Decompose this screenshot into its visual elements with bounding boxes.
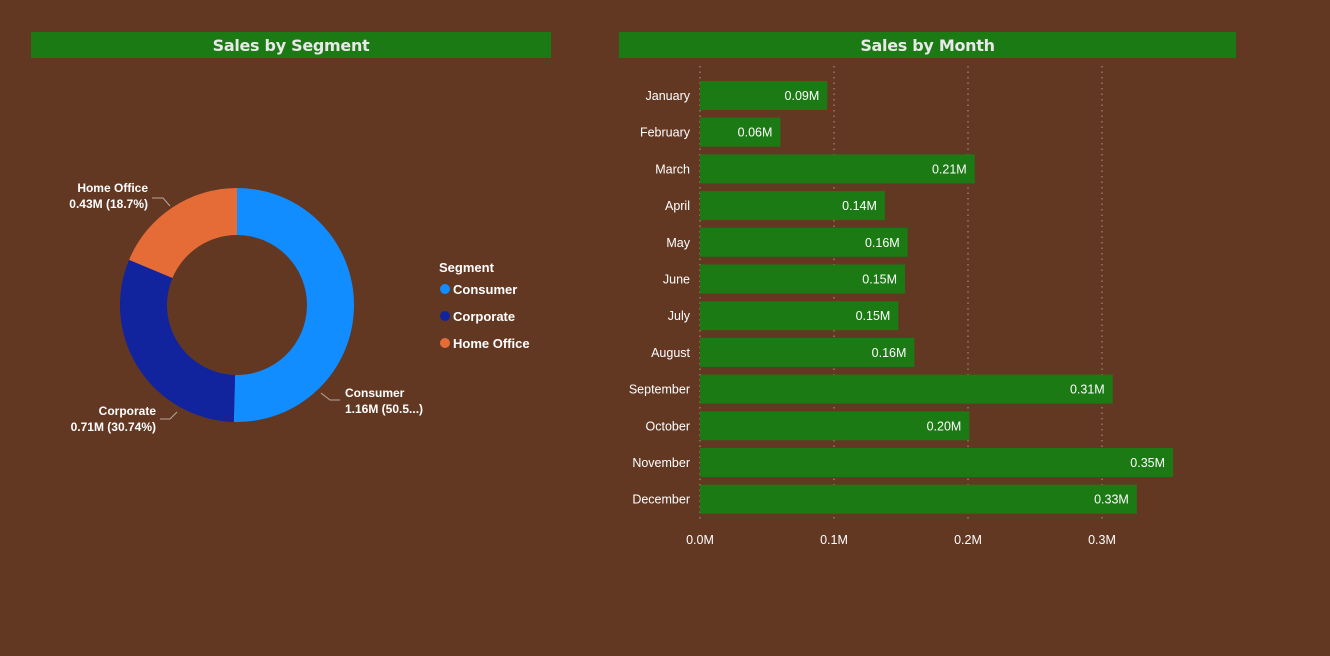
- category-label: March: [655, 162, 690, 176]
- month-bar-chart: 0.0M 0.1M 0.2M 0.3M January 0.09M February 0.06…: [629, 66, 1174, 547]
- category-label: May: [666, 236, 690, 250]
- bar-data-label: 0.33M: [1094, 493, 1129, 507]
- bar-november[interactable]: [700, 448, 1174, 477]
- bar-data-label: 0.06M: [738, 126, 773, 140]
- leader-line-corporate: [160, 411, 178, 420]
- bar-data-label: 0.21M: [932, 162, 967, 176]
- category-label: August: [651, 346, 690, 360]
- segment-donut-chart: Consumer 1.16M (50.5...) Corporate 0.71M (3…: [69, 181, 423, 434]
- legend-item-consumer[interactable]: Consumer: [453, 282, 517, 297]
- category-label: April: [665, 199, 690, 213]
- bar-data-label: 0.16M: [872, 346, 907, 360]
- charts-canvas: Consumer 1.16M (50.5...) Corporate 0.71M (3…: [69, 66, 1174, 547]
- category-label: October: [646, 419, 690, 433]
- bar-september[interactable]: [700, 374, 1113, 404]
- category-label: December: [632, 493, 690, 507]
- x-tick-label: 0.1M: [820, 533, 848, 547]
- slice-label-consumer: Consumer: [345, 386, 405, 400]
- slice-value-label-corporate: 0.71M (30.74%): [71, 420, 156, 434]
- legend-swatch-home-office[interactable]: [440, 338, 450, 348]
- slice-value-label-consumer: 1.16M (50.5...): [345, 402, 423, 416]
- bar-data-label: 0.31M: [1070, 383, 1105, 397]
- legend-title: Segment: [439, 260, 495, 275]
- x-tick-label: 0.3M: [1088, 533, 1116, 547]
- donut-slice-consumer[interactable]: [233, 188, 354, 422]
- legend-swatch-corporate[interactable]: [440, 311, 450, 321]
- bar-december[interactable]: [700, 484, 1137, 514]
- bar-data-label: 0.16M: [865, 236, 900, 250]
- donut-slice-corporate[interactable]: [119, 259, 236, 422]
- slice-label-home-office: Home Office: [77, 181, 148, 195]
- category-label: September: [629, 383, 690, 397]
- legend-item-corporate[interactable]: Corporate: [453, 309, 515, 324]
- bar-data-label: 0.15M: [856, 309, 891, 323]
- segment-legend: Segment Consumer Corporate Home Office: [439, 260, 530, 351]
- category-label: January: [646, 89, 691, 103]
- leader-line-home-office: [152, 197, 171, 207]
- category-label: November: [632, 456, 690, 470]
- bar-data-label: 0.14M: [842, 199, 877, 213]
- bar-data-label: 0.15M: [862, 273, 897, 287]
- slice-value-label-home-office: 0.43M (18.7%): [69, 197, 148, 211]
- x-tick-label: 0.2M: [954, 533, 982, 547]
- category-label: July: [668, 309, 691, 323]
- bar-data-label: 0.35M: [1130, 456, 1165, 470]
- category-label: June: [663, 273, 690, 287]
- legend-swatch-consumer[interactable]: [440, 284, 450, 294]
- bar-data-label: 0.09M: [785, 89, 820, 103]
- category-label: February: [640, 126, 691, 140]
- bar-data-label: 0.20M: [927, 419, 962, 433]
- leader-line-consumer: [320, 392, 340, 401]
- legend-item-home-office[interactable]: Home Office: [453, 336, 530, 351]
- slice-label-corporate: Corporate: [99, 404, 157, 418]
- x-tick-label: 0.0M: [686, 533, 714, 547]
